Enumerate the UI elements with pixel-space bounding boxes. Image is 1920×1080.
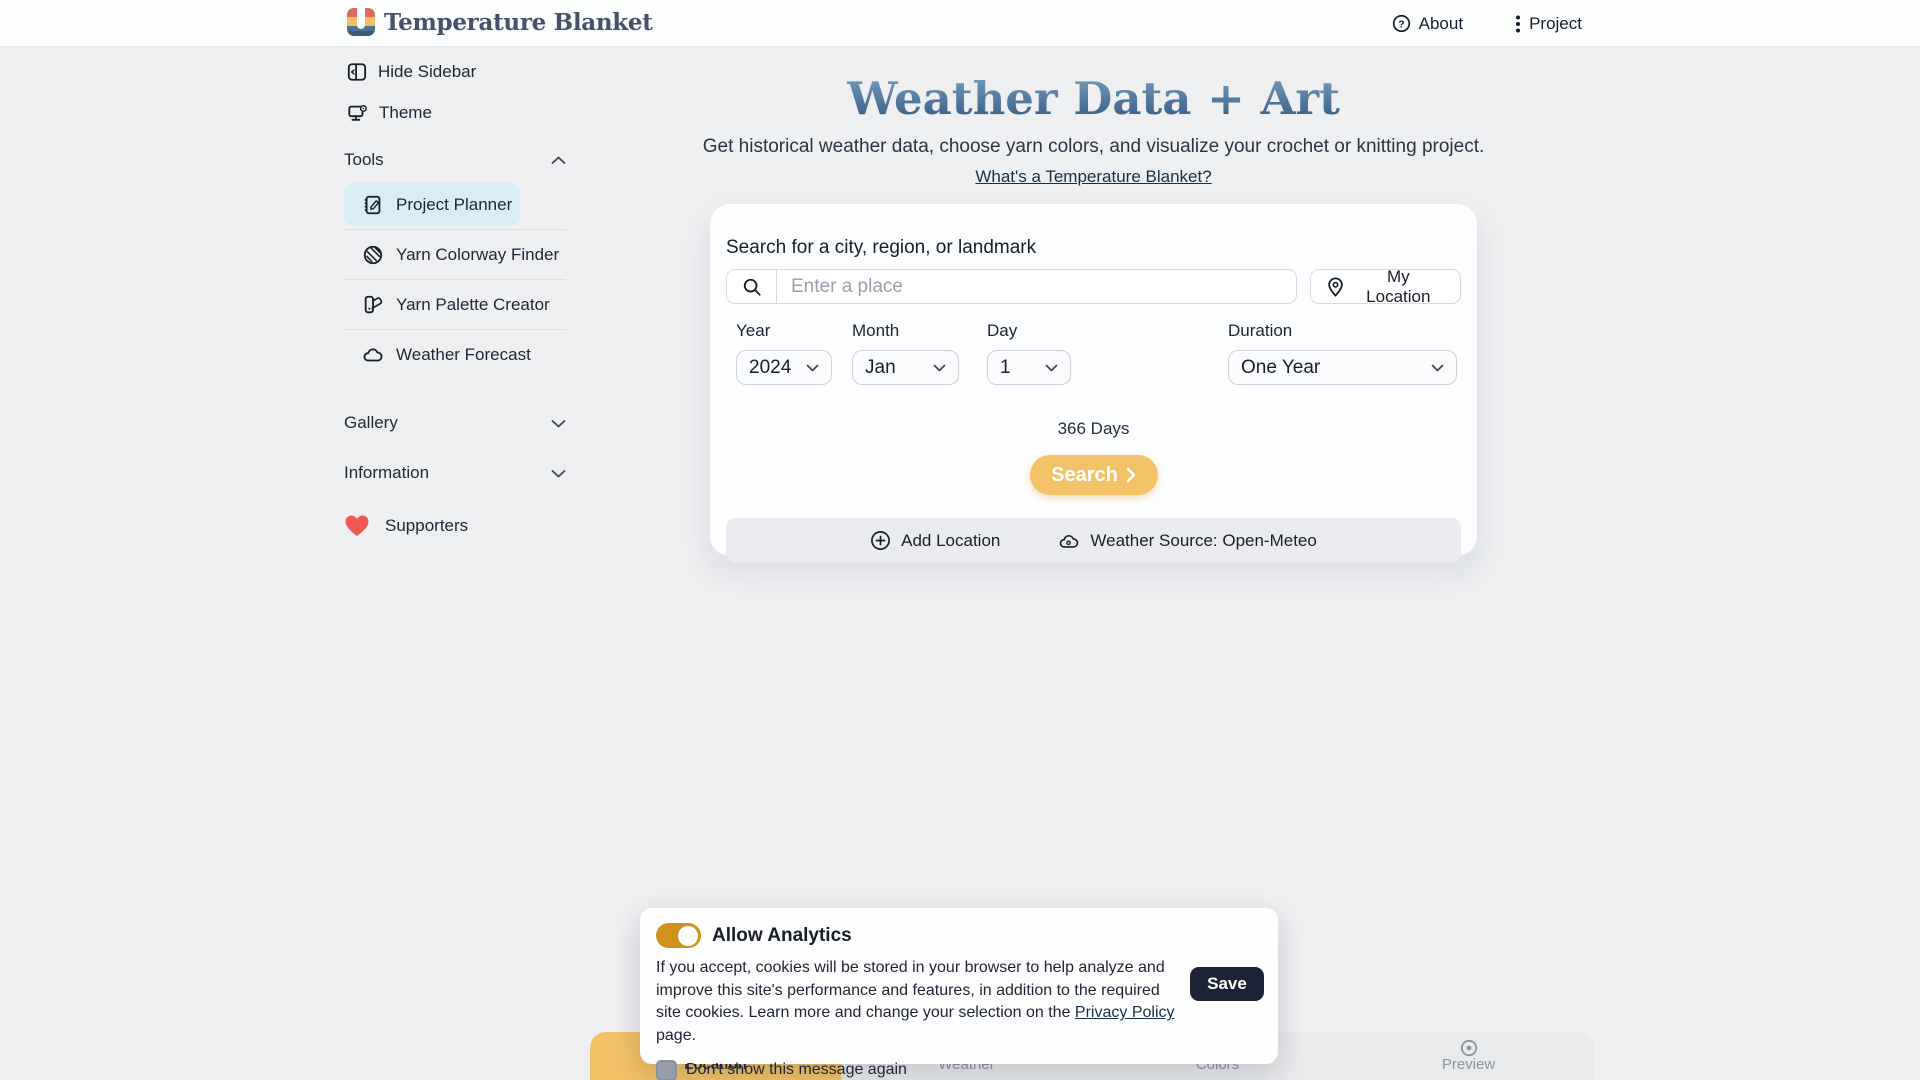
place-search-input[interactable] bbox=[777, 270, 1296, 303]
tools-section-label: Tools bbox=[344, 150, 384, 170]
cookie-body-text-after: page. bbox=[656, 1027, 696, 1044]
supporters-button[interactable]: Supporters bbox=[344, 514, 566, 538]
sidebar-collapse-icon bbox=[347, 62, 367, 82]
cookie-banner-body: If you accept, cookies will be stored in… bbox=[656, 957, 1178, 1048]
page-subtitle: Get historical weather data, choose yarn… bbox=[610, 136, 1577, 158]
search-icon bbox=[727, 270, 777, 303]
my-location-label: My Location bbox=[1353, 267, 1444, 307]
hide-sidebar-button[interactable]: Hide Sidebar bbox=[347, 60, 566, 84]
sidebar-item-yarn-colorway-finder[interactable]: Yarn Colorway Finder bbox=[344, 233, 566, 276]
my-location-button[interactable]: My Location bbox=[1310, 269, 1461, 304]
question-circle-icon: ? bbox=[1392, 14, 1411, 33]
cloud-icon bbox=[362, 344, 384, 366]
heart-icon bbox=[344, 514, 370, 538]
search-button-label: Search bbox=[1051, 464, 1118, 487]
map-pin-icon bbox=[1327, 277, 1344, 297]
theme-label: Theme bbox=[379, 103, 432, 123]
add-location-label: Add Location bbox=[901, 531, 1000, 551]
weather-source-label: Weather Source: Open-Meteo bbox=[1090, 531, 1316, 551]
tab-preview[interactable]: Preview bbox=[1343, 1032, 1594, 1080]
sidebar-item-label: Yarn Colorway Finder bbox=[396, 245, 559, 265]
page-title: Weather Data + Art bbox=[710, 72, 1477, 125]
section-tools[interactable]: Tools bbox=[344, 149, 566, 171]
sidebar: Hide Sidebar Theme Tools Project Planner bbox=[344, 60, 566, 538]
sidebar-item-yarn-palette-creator[interactable]: Yarn Palette Creator bbox=[344, 283, 566, 326]
add-location-button[interactable]: Add Location bbox=[870, 530, 1000, 551]
year-value: 2024 bbox=[749, 357, 791, 379]
sidebar-item-label: Project Planner bbox=[396, 195, 512, 215]
year-label: Year bbox=[736, 321, 832, 341]
month-value: Jan bbox=[865, 357, 896, 379]
day-label: Day bbox=[987, 321, 1071, 341]
sidebar-item-label: Yarn Palette Creator bbox=[396, 295, 550, 315]
chevron-down-icon bbox=[1045, 364, 1058, 372]
sidebar-item-project-planner[interactable]: Project Planner bbox=[344, 183, 520, 226]
duration-select[interactable]: One Year bbox=[1228, 350, 1457, 385]
dont-show-again-checkbox[interactable] bbox=[656, 1060, 677, 1080]
chevron-down-icon bbox=[1431, 364, 1444, 372]
hide-sidebar-label: Hide Sidebar bbox=[378, 62, 476, 82]
brand[interactable]: Temperature Blanket bbox=[347, 8, 653, 36]
search-button[interactable]: Search bbox=[1030, 455, 1158, 495]
preview-eye-icon bbox=[1460, 1039, 1478, 1057]
card-bottom-bar: Add Location Weather Source: Open-Meteo bbox=[726, 518, 1461, 563]
save-button[interactable]: Save bbox=[1190, 967, 1264, 1001]
weather-source-cloud-icon bbox=[1058, 531, 1080, 551]
information-section-label: Information bbox=[344, 463, 429, 483]
sidebar-item-weather-forecast[interactable]: Weather Forecast bbox=[344, 333, 566, 376]
month-label: Month bbox=[852, 321, 959, 341]
duration-label: Duration bbox=[1228, 321, 1457, 341]
cookie-banner-title: Allow Analytics bbox=[712, 925, 852, 947]
theme-monitor-gear-icon bbox=[347, 103, 368, 123]
yarn-ball-icon bbox=[362, 244, 384, 266]
divider bbox=[344, 329, 566, 330]
svg-text:?: ? bbox=[1398, 19, 1404, 30]
dont-show-again-row[interactable]: Don't show this message again bbox=[656, 1060, 1262, 1080]
duration-value: One Year bbox=[1241, 357, 1320, 379]
chevron-down-icon bbox=[551, 419, 566, 428]
supporters-label: Supporters bbox=[385, 516, 468, 536]
section-gallery[interactable]: Gallery bbox=[344, 412, 566, 434]
divider bbox=[344, 229, 566, 230]
notebook-pencil-icon bbox=[362, 194, 384, 216]
year-select[interactable]: 2024 bbox=[736, 350, 832, 385]
chevron-up-icon bbox=[551, 156, 566, 165]
app-root: Temperature Blanket ? About Project Hide bbox=[0, 0, 1920, 1080]
allow-analytics-toggle[interactable] bbox=[656, 923, 701, 948]
top-header: Temperature Blanket ? About Project bbox=[0, 0, 1920, 47]
theme-button[interactable]: Theme bbox=[347, 101, 566, 125]
whats-a-temperature-blanket-link-row: What's a Temperature Blanket? bbox=[710, 167, 1477, 187]
privacy-policy-link[interactable]: Privacy Policy bbox=[1075, 1004, 1175, 1021]
whats-a-temperature-blanket-link[interactable]: What's a Temperature Blanket? bbox=[975, 167, 1211, 186]
about-label: About bbox=[1419, 14, 1463, 34]
dont-show-again-label: Don't show this message again bbox=[686, 1061, 907, 1079]
place-search-box bbox=[726, 269, 1297, 304]
section-information[interactable]: Information bbox=[344, 462, 566, 484]
kebab-menu-icon bbox=[1515, 14, 1521, 34]
day-value: 1 bbox=[1000, 357, 1011, 379]
tools-list: Project Planner Yarn Colorway Finder Yar… bbox=[344, 183, 566, 376]
divider bbox=[344, 279, 566, 280]
project-label: Project bbox=[1529, 14, 1582, 34]
chevron-down-icon bbox=[806, 364, 819, 372]
chevron-down-icon bbox=[551, 469, 566, 478]
search-card: Search for a city, region, or landmark M… bbox=[710, 204, 1477, 556]
arrow-right-icon bbox=[1126, 467, 1136, 483]
plus-circle-icon bbox=[870, 530, 891, 551]
sidebar-item-label: Weather Forecast bbox=[396, 345, 531, 365]
chevron-down-icon bbox=[933, 364, 946, 372]
about-button[interactable]: ? About bbox=[1392, 14, 1463, 34]
weather-source-button[interactable]: Weather Source: Open-Meteo bbox=[1058, 531, 1316, 551]
cookie-consent-banner: Allow Analytics If you accept, cookies w… bbox=[640, 908, 1278, 1064]
days-count: 366 Days bbox=[726, 419, 1461, 439]
day-select[interactable]: 1 bbox=[987, 350, 1071, 385]
swatch-palette-icon bbox=[362, 294, 384, 316]
brand-name: Temperature Blanket bbox=[384, 9, 653, 36]
project-menu-button[interactable]: Project bbox=[1515, 14, 1582, 34]
search-card-label: Search for a city, region, or landmark bbox=[726, 237, 1461, 259]
gallery-section-label: Gallery bbox=[344, 413, 398, 433]
month-select[interactable]: Jan bbox=[852, 350, 959, 385]
tab-preview-label: Preview bbox=[1343, 1056, 1594, 1073]
temperature-blanket-logo-icon bbox=[347, 8, 375, 36]
